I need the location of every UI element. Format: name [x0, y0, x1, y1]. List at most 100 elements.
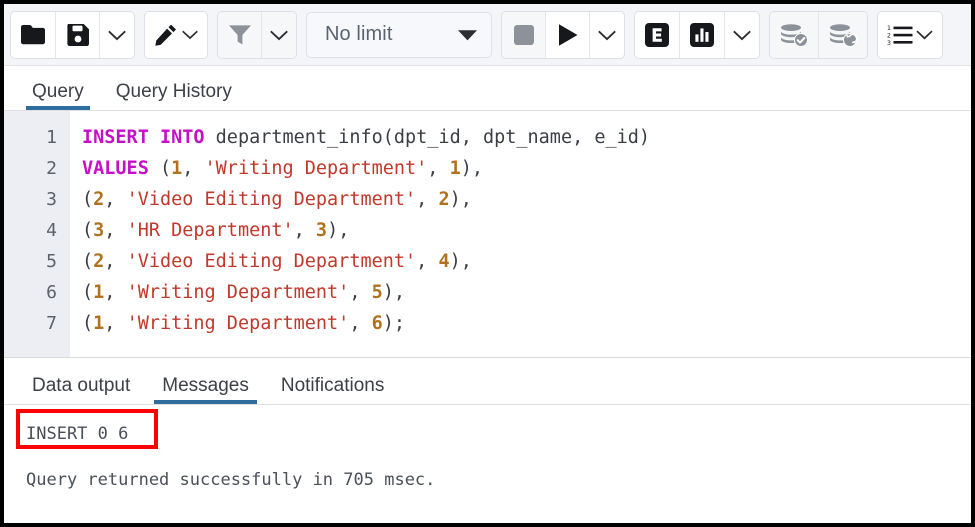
code-token: , — [104, 251, 126, 272]
triangle-down-icon — [458, 29, 477, 41]
code-token: INSERT INTO — [82, 127, 205, 148]
tab-messages[interactable]: Messages — [148, 376, 263, 404]
query-tool-toolbar: No limit — [4, 4, 971, 66]
explain-analyze-button[interactable] — [680, 12, 725, 58]
numbered-list-icon: 1 2 3 — [887, 24, 913, 46]
code-token: ( — [82, 313, 93, 334]
rollback-button[interactable] — [819, 12, 867, 58]
code-token: ), — [383, 282, 405, 303]
macros-button[interactable]: 1 2 3 — [878, 12, 942, 58]
line-number: 4 — [4, 215, 57, 246]
code-line: (3, 'HR Department', 3), — [82, 215, 971, 246]
editor-line-number-gutter: 1234567 — [4, 111, 70, 357]
chevron-down-icon — [270, 29, 288, 41]
save-file-dropdown[interactable] — [100, 12, 134, 58]
chevron-down-icon — [733, 29, 751, 41]
explain-button[interactable] — [635, 12, 680, 58]
code-token: ( — [149, 158, 171, 179]
file-button-group — [10, 11, 135, 59]
folder-icon — [20, 24, 46, 46]
code-token: 4 — [438, 251, 449, 272]
code-token: 3 — [93, 220, 104, 241]
explain-button-group — [634, 11, 760, 59]
commit-button[interactable] — [770, 12, 819, 58]
code-token: ), — [327, 220, 349, 241]
code-token: ( — [82, 220, 93, 241]
svg-text:1: 1 — [887, 25, 891, 32]
chevron-down-icon — [598, 29, 616, 41]
code-token: ), — [461, 158, 483, 179]
explain-dropdown[interactable] — [725, 12, 759, 58]
tab-query-history[interactable]: Query History — [102, 82, 246, 110]
code-line: VALUES (1, 'Writing Department', 1), — [82, 153, 971, 184]
tab-query[interactable]: Query — [18, 82, 98, 110]
editor-code-area[interactable]: INSERT INTO department_info(dpt_id, dpt_… — [70, 111, 971, 357]
open-file-button[interactable] — [11, 12, 56, 58]
filter-button[interactable] — [218, 12, 262, 58]
output-panel: Data output Messages Notifications INSER… — [4, 358, 971, 523]
execute-button-group — [501, 11, 625, 59]
execute-query-button[interactable] — [546, 12, 590, 58]
filter-button-group — [217, 11, 297, 59]
messages-content: INSERT 0 6 Query returned successfully i… — [4, 405, 971, 523]
chevron-down-icon — [108, 29, 126, 41]
message-status-line: Query returned successfully in 705 msec. — [26, 465, 971, 495]
filter-dropdown[interactable] — [262, 12, 296, 58]
pencil-icon — [154, 23, 178, 47]
code-token: 1 — [171, 158, 182, 179]
code-token: , — [104, 282, 126, 303]
code-token: 3 — [316, 220, 327, 241]
tab-data-output[interactable]: Data output — [18, 376, 144, 404]
code-line: INSERT INTO department_info(dpt_id, dpt_… — [82, 122, 971, 153]
code-token: ( — [82, 251, 93, 272]
code-token: 1 — [93, 313, 104, 334]
save-file-button[interactable] — [56, 12, 100, 58]
code-token: , — [349, 313, 371, 334]
code-token: 5 — [372, 282, 383, 303]
chevron-down-icon — [916, 29, 933, 40]
database-check-icon — [779, 23, 809, 47]
code-token: 1 — [450, 158, 461, 179]
line-number: 2 — [4, 153, 57, 184]
code-token: , — [104, 313, 126, 334]
play-icon — [557, 23, 579, 47]
edit-button[interactable] — [145, 12, 207, 58]
code-token: 2 — [438, 189, 449, 210]
code-token: 2 — [93, 251, 104, 272]
code-token: , — [104, 189, 126, 210]
query-tool-window: No limit — [0, 0, 975, 527]
transaction-button-group — [769, 11, 868, 59]
code-token: ), — [450, 189, 472, 210]
stop-query-button[interactable] — [502, 12, 546, 58]
message-spacer — [26, 449, 971, 465]
row-limit-value: No limit — [325, 23, 392, 46]
svg-text:3: 3 — [887, 40, 891, 46]
code-token: department_info(dpt_id, dpt_name, e_id) — [205, 127, 651, 148]
save-icon — [66, 23, 90, 47]
query-tool-tabs: Query Query History — [4, 66, 971, 111]
line-number: 1 — [4, 122, 57, 153]
database-rollback-icon — [828, 23, 858, 47]
line-number: 5 — [4, 246, 57, 277]
code-line: (1, 'Writing Department', 6); — [82, 308, 971, 339]
code-token: VALUES — [82, 158, 149, 179]
edit-button-group — [144, 11, 208, 59]
macros-button-group: 1 2 3 — [877, 11, 943, 59]
code-token: , — [349, 282, 371, 303]
filter-icon — [228, 24, 252, 46]
code-token: 'HR Department' — [127, 220, 294, 241]
code-token: 6 — [372, 313, 383, 334]
code-token: , — [416, 251, 438, 272]
sql-editor[interactable]: 1234567 INSERT INTO department_info(dpt_… — [4, 111, 971, 358]
line-number: 3 — [4, 184, 57, 215]
explain-analyze-chart-icon — [689, 22, 715, 48]
code-token: 'Writing Department' — [205, 158, 428, 179]
tab-notifications[interactable]: Notifications — [267, 376, 399, 404]
execute-dropdown[interactable] — [590, 12, 624, 58]
code-token: ( — [82, 189, 93, 210]
output-tabs: Data output Messages Notifications — [4, 358, 971, 405]
row-limit-select[interactable]: No limit — [306, 12, 492, 58]
code-token: ); — [383, 313, 405, 334]
explain-e-icon — [644, 22, 670, 48]
code-token: , — [104, 220, 126, 241]
